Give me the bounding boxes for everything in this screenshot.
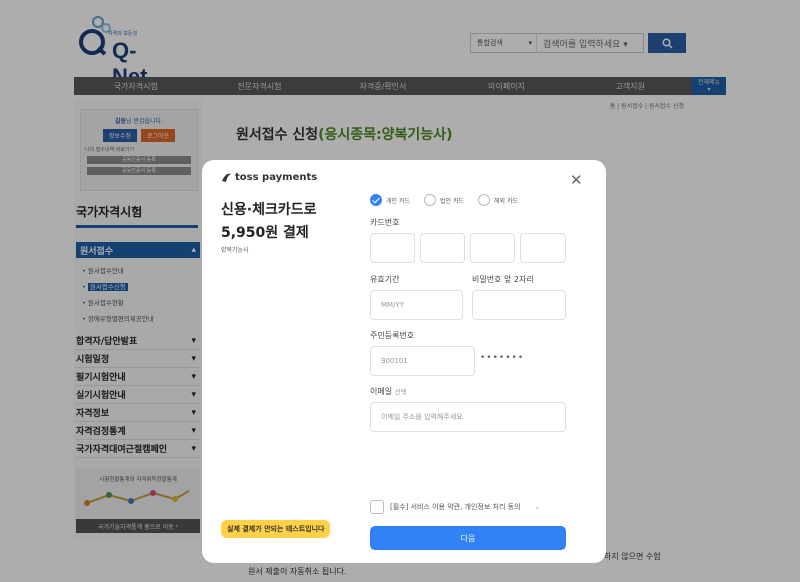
rrn-input[interactable]: 900101 bbox=[370, 346, 475, 376]
chevron-down-icon[interactable]: ⌄ bbox=[535, 503, 541, 511]
radio-checked-icon bbox=[370, 194, 382, 206]
pin-input[interactable] bbox=[472, 290, 566, 320]
rrn-label: 주민등록번호 bbox=[370, 331, 415, 340]
card-number-field-2[interactable] bbox=[420, 233, 465, 263]
pin-label: 비밀번호 앞 2자리 bbox=[472, 275, 534, 284]
payment-modal: toss payments ✕ 신용·체크카드로 5,950원 결제 양복기능사… bbox=[202, 160, 606, 563]
close-icon[interactable]: ✕ bbox=[570, 171, 583, 189]
card-type-personal[interactable]: 개인 카드 bbox=[370, 194, 410, 206]
card-type-group: 개인 카드 법인 카드 해외 카드 bbox=[370, 194, 518, 206]
card-type-overseas[interactable]: 해외 카드 bbox=[478, 194, 518, 206]
test-notice-badge: 실제 결제가 안되는 테스트입니다 bbox=[221, 520, 331, 538]
card-type-corporate[interactable]: 법인 카드 bbox=[424, 194, 464, 206]
toss-logo-icon bbox=[222, 173, 231, 182]
item-name: 양복기능사 bbox=[221, 247, 249, 254]
email-input[interactable]: 이메일 주소를 입력해주세요 bbox=[370, 402, 566, 432]
checkbox-icon[interactable] bbox=[370, 500, 384, 514]
expiry-label: 유효기간 bbox=[370, 275, 400, 284]
next-button[interactable]: 다음 bbox=[370, 526, 566, 550]
card-number-label: 카드번호 bbox=[370, 218, 400, 227]
email-label: 이메일 선택 bbox=[370, 387, 407, 396]
card-number-field-4[interactable] bbox=[520, 233, 566, 263]
expiry-input[interactable]: MM/YY bbox=[370, 290, 463, 320]
rrn-masked: ••••••• bbox=[480, 353, 525, 363]
radio-icon bbox=[424, 194, 436, 206]
card-number-field-3[interactable] bbox=[470, 233, 515, 263]
toss-payments-logo: toss payments bbox=[221, 172, 317, 183]
terms-agreement[interactable]: [필수] 서비스 이용 약관, 개인정보 처리 동의 ⌄ bbox=[370, 500, 540, 514]
radio-icon bbox=[478, 194, 490, 206]
card-number-field-1[interactable] bbox=[370, 233, 415, 263]
payment-title: 신용·체크카드로 5,950원 결제 bbox=[221, 202, 317, 241]
